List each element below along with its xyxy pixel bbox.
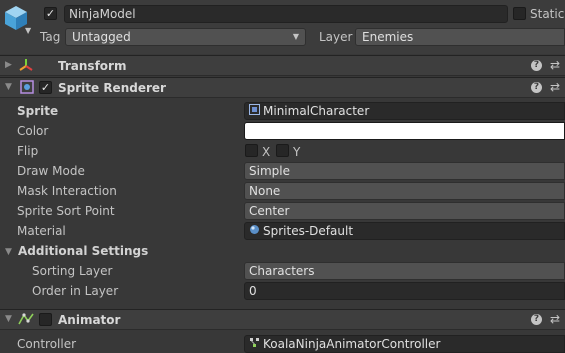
settings-sliders-icon[interactable]: ⇄ bbox=[550, 81, 560, 93]
sorting-layer-dropdown[interactable]: Characters bbox=[244, 262, 565, 280]
active-checkbox[interactable]: ✓ bbox=[44, 7, 57, 20]
sorting-layer-label: Sorting Layer bbox=[32, 264, 113, 278]
sprite-sort-point-dropdown[interactable]: Center bbox=[244, 202, 565, 220]
color-swatch[interactable] bbox=[244, 122, 565, 140]
sorting-layer-value: Characters bbox=[249, 264, 315, 278]
object-name-input[interactable]: NinjaModel bbox=[64, 5, 508, 23]
draw-mode-value: Simple bbox=[249, 164, 290, 178]
animator-icon bbox=[18, 312, 34, 326]
sprite-sort-point-value: Center bbox=[249, 204, 290, 218]
foldout-collapsed-icon[interactable]: ▶ bbox=[5, 60, 12, 70]
sprite-renderer-title: Sprite Renderer bbox=[58, 81, 166, 95]
tag-dropdown[interactable]: Untagged ▼ bbox=[65, 28, 306, 46]
sprite-asset-icon bbox=[249, 103, 260, 119]
order-in-layer-value: 0 bbox=[249, 284, 257, 298]
flip-label: Flip bbox=[17, 144, 39, 158]
tag-value: Untagged bbox=[72, 30, 131, 44]
material-label: Material bbox=[17, 224, 66, 238]
foldout-expanded-icon[interactable]: ▼ bbox=[5, 247, 12, 257]
tag-label: Tag bbox=[40, 30, 61, 44]
layer-dropdown[interactable]: Enemies bbox=[355, 28, 565, 46]
help-icon[interactable]: ? bbox=[531, 314, 542, 325]
flip-y-checkbox[interactable] bbox=[276, 144, 289, 157]
foldout-expanded-icon[interactable]: ▼ bbox=[5, 314, 12, 324]
sprite-renderer-icon bbox=[20, 80, 34, 94]
controller-object-field[interactable]: KoalaNinjaAnimatorController bbox=[244, 335, 565, 353]
layer-value: Enemies bbox=[362, 30, 414, 44]
foldout-expanded-icon[interactable]: ▼ bbox=[5, 82, 12, 92]
controller-label: Controller bbox=[17, 337, 77, 351]
layer-label: Layer bbox=[319, 30, 353, 44]
sprite-label: Sprite bbox=[17, 104, 59, 118]
flip-x-checkbox[interactable] bbox=[245, 144, 258, 157]
draw-mode-label: Draw Mode bbox=[17, 164, 85, 178]
help-icon[interactable]: ? bbox=[531, 82, 542, 93]
additional-settings-foldout[interactable]: Additional Settings bbox=[18, 243, 148, 259]
chevron-down-icon: ▼ bbox=[292, 32, 299, 41]
sprite-object-field[interactable]: MinimalCharacter bbox=[244, 102, 565, 120]
help-icon[interactable]: ? bbox=[531, 60, 542, 71]
mask-interaction-dropdown[interactable]: None bbox=[244, 182, 565, 200]
sprite-value: MinimalCharacter bbox=[263, 104, 370, 118]
draw-mode-dropdown[interactable]: Simple bbox=[244, 162, 565, 180]
checkmark-icon: ✓ bbox=[40, 81, 51, 94]
static-checkbox[interactable] bbox=[513, 7, 526, 20]
material-sphere-icon bbox=[249, 223, 260, 239]
settings-sliders-icon[interactable]: ⇄ bbox=[550, 313, 560, 325]
order-in-layer-label: Order in Layer bbox=[32, 284, 119, 298]
sprite-renderer-enabled-checkbox[interactable]: ✓ bbox=[39, 81, 52, 94]
sprite-sort-point-label: Sprite Sort Point bbox=[17, 204, 115, 218]
controller-value: KoalaNinjaAnimatorController bbox=[263, 337, 441, 351]
mask-interaction-value: None bbox=[249, 184, 281, 198]
material-object-field[interactable]: Sprites-Default bbox=[244, 222, 565, 240]
order-in-layer-input[interactable]: 0 bbox=[244, 282, 565, 300]
checkmark-icon: ✓ bbox=[45, 7, 56, 20]
static-label: Static bbox=[530, 7, 565, 21]
settings-sliders-icon[interactable]: ⇄ bbox=[550, 59, 560, 71]
icon-dropdown-arrow-icon[interactable]: ▼ bbox=[25, 26, 31, 35]
transform-axes-icon bbox=[18, 57, 34, 73]
animator-enabled-checkbox[interactable] bbox=[39, 313, 52, 326]
animator-controller-icon bbox=[249, 336, 260, 352]
animator-title: Animator bbox=[58, 313, 121, 327]
flip-x-label: X bbox=[262, 145, 271, 159]
transform-title: Transform bbox=[58, 59, 127, 73]
color-label: Color bbox=[17, 124, 49, 138]
flip-y-label: Y bbox=[293, 145, 301, 159]
material-value: Sprites-Default bbox=[263, 224, 354, 238]
mask-interaction-label: Mask Interaction bbox=[17, 184, 117, 198]
